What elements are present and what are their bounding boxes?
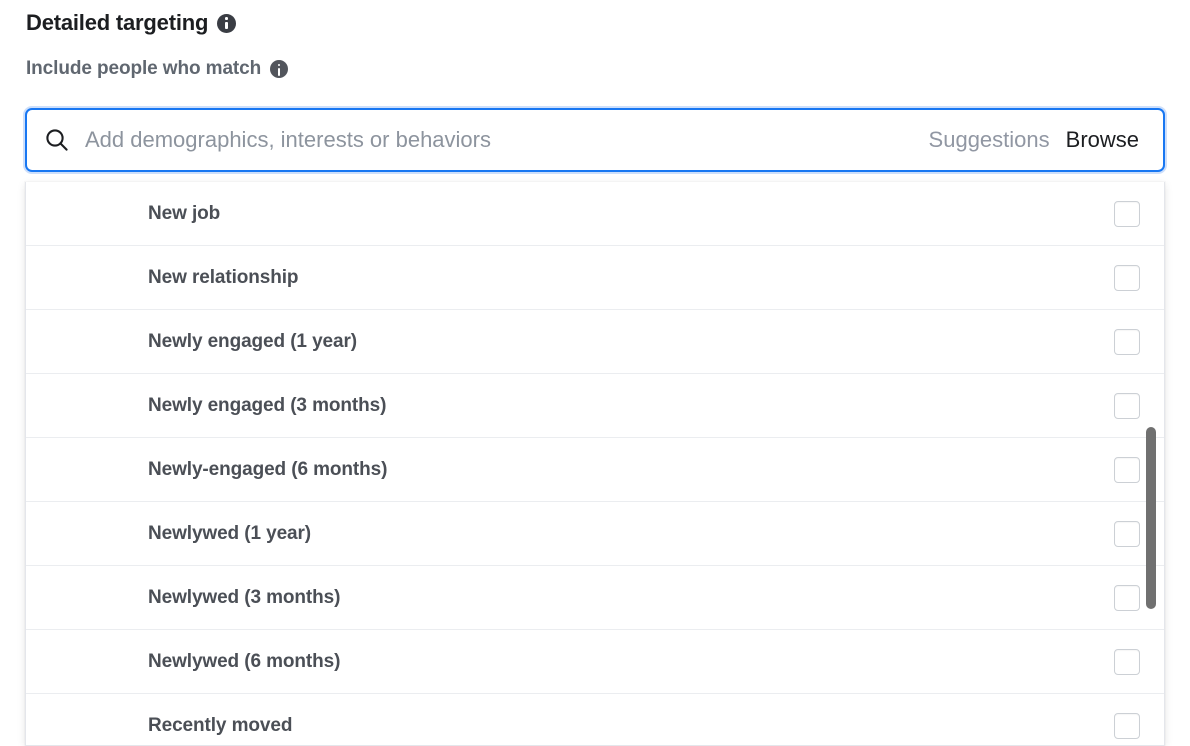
list-item[interactable]: Newlywed (3 months) [26,566,1164,630]
list-item-label: New job [148,202,221,224]
page-title-label: Detailed targeting [26,10,209,35]
list-item-label: Newlywed (6 months) [148,650,341,672]
scrollbar-track[interactable] [1145,183,1157,744]
include-people-who-match-label: Include people who match [26,58,289,80]
list-item-checkbox[interactable] [1114,713,1140,739]
list-item-checkbox[interactable] [1114,200,1140,227]
list-item[interactable]: Newly-engaged (6 months) [26,438,1164,502]
list-item-label: Newly engaged (1 year) [148,330,357,352]
list-item[interactable]: Recently moved [26,694,1164,745]
list-item-checkbox[interactable] [1114,520,1140,547]
list-item-label: Newlywed (3 months) [148,586,341,608]
list-item-label: Newly-engaged (6 months) [148,458,388,480]
suggestions-tab[interactable]: Suggestions [929,127,1066,153]
scrollbar-thumb[interactable] [1146,427,1156,609]
list-item[interactable]: New relationship [26,246,1164,310]
targeting-suggestions-dropdown: New job New relationship Newly engaged (1 … [25,182,1165,746]
list-item[interactable]: Newly engaged (1 year) [26,310,1164,374]
list-item[interactable]: New job [26,182,1164,246]
detailed-targeting-search-bar[interactable]: Suggestions Browse [25,108,1165,172]
list-item[interactable]: Newlywed (1 year) [26,502,1164,566]
search-icon [43,126,71,154]
list-item-label: Recently moved [148,715,293,736]
search-input[interactable] [85,127,929,153]
list-item-checkbox[interactable] [1114,264,1140,291]
list-item-checkbox[interactable] [1114,392,1140,419]
list-item-checkbox[interactable] [1114,456,1140,483]
list-item[interactable]: Newlywed (6 months) [26,630,1164,694]
list-item-checkbox[interactable] [1114,648,1140,675]
page-title: Detailed targeting [26,10,237,36]
list-item-checkbox[interactable] [1114,328,1140,355]
info-icon[interactable] [217,13,237,33]
browse-tab[interactable]: Browse [1066,127,1163,153]
list-item-label: Newly engaged (3 months) [148,394,387,416]
include-people-who-match-text: Include people who match [26,58,262,79]
list-item-checkbox[interactable] [1114,584,1140,611]
targeting-options-list: New job New relationship Newly engaged (1 … [26,182,1164,745]
list-item-label: Newlywed (1 year) [148,522,312,544]
list-item[interactable]: Newly engaged (3 months) [26,374,1164,438]
list-item-label: New relationship [148,266,299,288]
info-icon[interactable] [270,60,289,78]
